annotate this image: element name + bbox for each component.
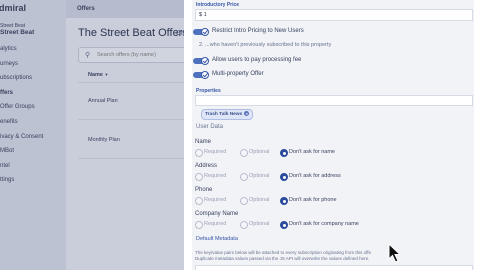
sidebar-item-privacy-consent[interactable]: ivacy & Consent: [0, 132, 43, 147]
sidebar-item-settings[interactable]: ttings: [0, 175, 43, 190]
publication-switcher[interactable]: Street Beat: [0, 29, 34, 36]
search-input[interactable]: [97, 50, 185, 59]
radio-label: Required: [204, 173, 227, 179]
table-divider: [78, 119, 200, 120]
sidebar-item-analytics[interactable]: alytics: [0, 44, 43, 59]
table-divider: [78, 82, 200, 83]
radio-label: Don't ask for name: [289, 149, 335, 155]
table-row-annual-plan[interactable]: Annual Plan: [88, 98, 118, 104]
radio-label: Don't ask for address: [289, 173, 341, 179]
page-title-tail: Off: [176, 31, 184, 37]
sidebar-item-admbot[interactable]: MBot: [0, 146, 43, 161]
remove-tag-icon[interactable]: ×: [244, 111, 250, 117]
properties-label: Properties: [196, 88, 221, 94]
toggle-switch[interactable]: [193, 71, 209, 79]
sidebar-item-offers[interactable]: ffers: [0, 88, 43, 103]
radio-label: Don't ask for company name: [289, 221, 359, 227]
radio-label: Don't ask for phone: [289, 197, 337, 203]
radio-dont-ask[interactable]: [280, 197, 288, 205]
table-divider: [78, 158, 200, 159]
intro-price-value: $ 1: [199, 12, 207, 18]
page-title: The Street Beat Offers: [78, 27, 188, 39]
field-label-name: Name: [195, 139, 212, 145]
check-icon: [201, 71, 209, 79]
property-tag-label: Trash Talk News: [205, 112, 243, 117]
radio-label: Optional: [249, 149, 270, 155]
sidebar-item-offer-groups[interactable]: Offer Groups: [0, 102, 43, 117]
offer-form: Introductory Price $ 1 Restrict Intro Pr…: [192, 0, 474, 270]
offer-edit-panel: Introductory Price $ 1 Restrict Intro Pr…: [184, 0, 480, 270]
intro-price-label: Introductory Price: [196, 2, 240, 8]
radio-label: Optional: [249, 197, 270, 203]
radio-required[interactable]: [195, 149, 203, 157]
radio-label: Optional: [249, 173, 270, 179]
metadata-note: The key/value pairs below will be attach…: [195, 250, 372, 255]
toggle-label: Restrict Intro Pricing to New Users: [212, 28, 304, 34]
search-box[interactable]: ⚲: [78, 47, 192, 63]
top-bar-title: Offers: [77, 6, 95, 12]
restrict-note: 2. ...who haven't previously subscribed …: [199, 42, 332, 48]
field-label-company-name: Company Name: [195, 211, 239, 217]
check-icon: [201, 57, 209, 65]
table-row-monthly-plan[interactable]: Monthly Plan: [88, 137, 120, 143]
sidebar-item-subscriptions[interactable]: ubscriptions: [0, 73, 43, 88]
user-data-heading: User Data: [196, 124, 224, 130]
sidebar-nav: alytics urneys ubscriptions ffers Offer …: [0, 44, 43, 190]
radio-dont-ask[interactable]: [280, 173, 288, 181]
toggle-switch[interactable]: [193, 28, 209, 36]
sidebar-item-benefits[interactable]: enefits: [0, 117, 43, 132]
radio-label: Required: [204, 197, 227, 203]
radio-required[interactable]: [195, 197, 203, 205]
radio-label: Required: [204, 221, 227, 227]
field-label-phone: Phone: [195, 187, 213, 193]
mouse-pointer-icon: [388, 243, 402, 263]
radio-required[interactable]: [195, 173, 203, 181]
radio-dont-ask[interactable]: [280, 221, 288, 229]
sort-down-icon: ▼: [104, 72, 109, 77]
toggle-label: Allow users to pay processing fee: [212, 57, 302, 63]
radio-dont-ask[interactable]: [280, 149, 288, 157]
field-label-address: Address: [195, 163, 218, 169]
property-tag: Trash Talk News ×: [201, 109, 254, 120]
column-header-label: Name: [88, 72, 103, 78]
radio-optional[interactable]: [240, 197, 248, 205]
intro-price-input[interactable]: $ 1: [195, 9, 473, 21]
default-metadata-heading: Default Metadata: [196, 236, 238, 242]
radio-optional[interactable]: [240, 149, 248, 157]
radio-label: Required: [204, 149, 227, 155]
check-icon: [201, 28, 209, 36]
metadata-key-input[interactable]: [195, 265, 473, 270]
search-icon: ⚲: [85, 52, 91, 59]
sidebar-item-intel[interactable]: ntel: [0, 161, 43, 176]
sidebar-item-journeys[interactable]: urneys: [0, 59, 43, 74]
column-header-name[interactable]: Name ▼: [88, 72, 108, 78]
radio-optional[interactable]: [240, 173, 248, 181]
sidebar: dmiral Street Beat Street Beat alytics u…: [0, 0, 66, 270]
metadata-note: Duplicate metadata values passed via the…: [195, 256, 370, 261]
radio-optional[interactable]: [240, 221, 248, 229]
radio-required[interactable]: [195, 221, 203, 229]
radio-label: Optional: [249, 221, 270, 227]
properties-input[interactable]: [195, 95, 473, 106]
brand-logo[interactable]: dmiral: [0, 3, 26, 13]
toggle-label: Multi-property Offer: [212, 71, 264, 77]
toggle-switch[interactable]: [193, 57, 209, 65]
